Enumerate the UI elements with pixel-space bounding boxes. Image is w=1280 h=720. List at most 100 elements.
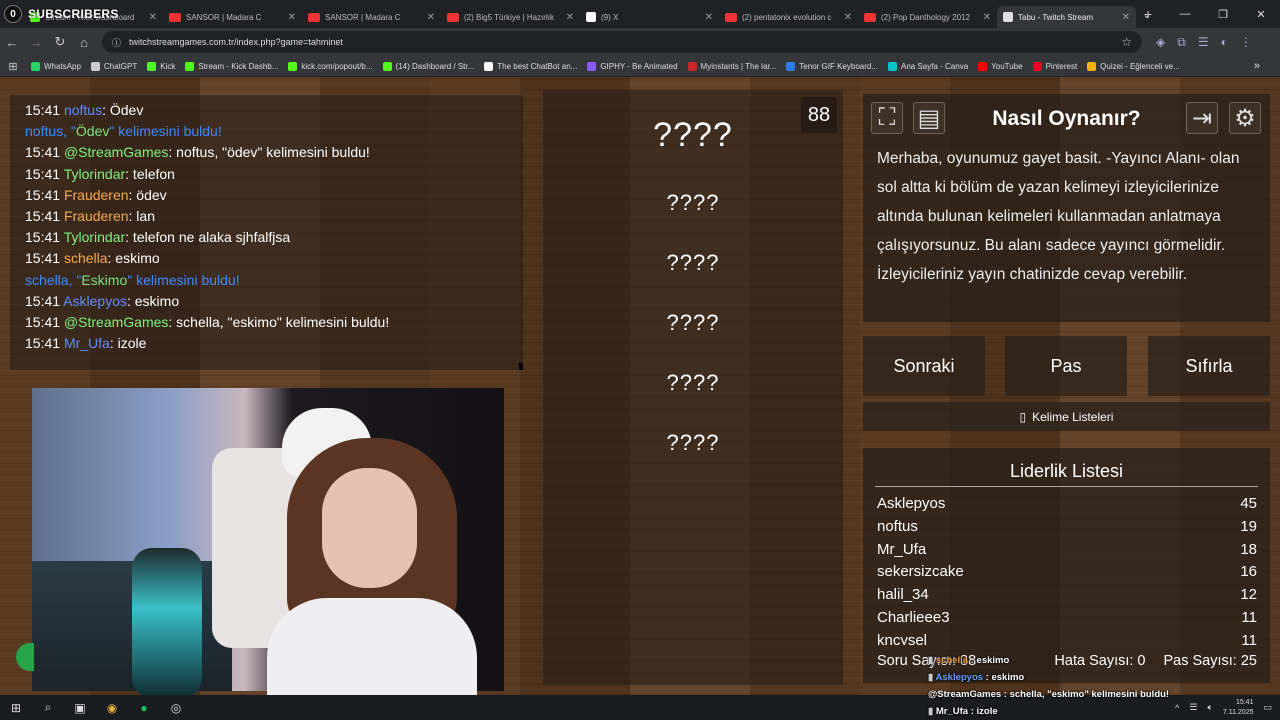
- chat-username[interactable]: Tylorindar: [64, 166, 125, 182]
- player-score: 11: [1241, 608, 1257, 626]
- chat-username[interactable]: Asklepyos: [63, 293, 127, 309]
- bookmark-item[interactable]: The best ChatBot an...: [479, 61, 582, 71]
- browser-tab[interactable]: SANSOR | Madara C ✕: [163, 6, 302, 28]
- menu-dots-icon[interactable]: ⋮: [1240, 35, 1252, 50]
- extension-icon[interactable]: ◈: [1156, 35, 1165, 50]
- main-word: ????: [653, 116, 733, 154]
- browser-tab[interactable]: (2) Pop Danthology 2012 ✕: [858, 6, 997, 28]
- browser-tab-bar: 0 SUBSCRIBERS Stream - Kick Dashboard ✕ SA…: [0, 0, 1280, 28]
- leaderboard-row: Mr_Ufa 18: [877, 539, 1257, 562]
- apps-grid-icon[interactable]: ⊞: [0, 60, 26, 73]
- bookmark-item[interactable]: YouTube: [973, 61, 1027, 71]
- bookmark-label: ChatGPT: [103, 61, 138, 71]
- browser-tab[interactable]: (2) pentatonix evolution c ✕: [719, 6, 858, 28]
- player-score: 45: [1240, 495, 1257, 512]
- overlay-chat-message: ▮ Asklepyos : eskimo: [928, 669, 1280, 686]
- pass-button[interactable]: Pas: [1005, 336, 1127, 396]
- chat-username[interactable]: noftus: [64, 102, 102, 118]
- chat-message: 15:41 schella: eskimo: [25, 248, 508, 269]
- word-lists-button[interactable]: ▯ Kelime Listeleri: [863, 402, 1270, 431]
- tab-title: Tabu - Twitch Stream: [1018, 12, 1093, 22]
- search-icon[interactable]: ⌕: [32, 700, 64, 715]
- bookmark-item[interactable]: kick.com/popout/b...: [283, 61, 377, 71]
- bookmark-label: Ana Sayfa - Canva: [901, 61, 969, 71]
- reset-button[interactable]: Sıfırla: [1148, 336, 1270, 396]
- leaderboard-list[interactable]: Asklepyos 45 noftus 19 Mr_Ufa 18 sekersizcake 1…: [877, 493, 1257, 645]
- x-icon: [586, 12, 596, 22]
- bookmark-favicon-icon: [786, 61, 796, 71]
- reload-icon[interactable]: ↻: [48, 34, 72, 50]
- bookmark-item[interactable]: (14) Dashboard / Str...: [378, 61, 480, 71]
- chat-username[interactable]: Mr_Ufa: [64, 335, 110, 351]
- bookmark-favicon-icon: [687, 61, 697, 71]
- bookmark-item[interactable]: Pinterest: [1028, 61, 1083, 71]
- chat-username[interactable]: Tylorindar: [64, 229, 125, 245]
- url-field[interactable]: ⓘ twitchstreamgames.com.tr/index.php?gam…: [102, 31, 1142, 53]
- bookmark-item[interactable]: ChatGPT: [86, 61, 142, 71]
- browser-tab[interactable]: (2) Big5 Türkiye | Hazırlık ✕: [441, 6, 580, 28]
- spotify-icon[interactable]: ●: [128, 701, 160, 715]
- user-badge-icon: ▮: [928, 706, 936, 717]
- player-score: 18: [1240, 540, 1257, 558]
- bookmark-label: Pinterest: [1045, 61, 1078, 71]
- bookmark-item[interactable]: Quizei - Eğlenceli ve...: [1082, 61, 1185, 71]
- settings-gear-icon[interactable]: ⚙: [1229, 102, 1261, 134]
- bookmarks-bar: ⊞ WhatsApp ChatGPT Kick Stream - Kick Dashb…: [0, 56, 1280, 77]
- media-control-icon[interactable]: ☰: [1198, 35, 1209, 50]
- bookmark-item[interactable]: Tenor GIF Keyboard...: [781, 61, 883, 71]
- close-window-button[interactable]: ✕: [1242, 8, 1280, 21]
- close-tab-icon[interactable]: ✕: [566, 12, 574, 23]
- close-tab-icon[interactable]: ✕: [983, 12, 991, 23]
- bookmark-item[interactable]: Kick: [142, 61, 180, 71]
- player-name: halil_34: [877, 586, 929, 604]
- bookmark-label: Kick: [160, 61, 176, 71]
- browser-tab[interactable]: Tabu - Twitch Stream ✕: [997, 6, 1136, 28]
- exit-icon[interactable]: ⇥: [1186, 102, 1218, 134]
- extensions-puzzle-icon[interactable]: ⧉: [1177, 35, 1186, 50]
- bookmark-label: GIPHY - Be Animated: [600, 61, 678, 71]
- chat-panel: 15:41 noftus: Ödev noftus, "Ödev" kelimes…: [10, 95, 523, 370]
- maximize-button[interactable]: ❐: [1204, 8, 1242, 21]
- windows-start-icon[interactable]: ⊞: [0, 701, 32, 715]
- close-tab-icon[interactable]: ✕: [288, 12, 296, 23]
- bookmark-item[interactable]: Ana Sayfa - Canva: [883, 61, 973, 71]
- minimize-button[interactable]: —: [1166, 8, 1204, 20]
- bookmark-item[interactable]: Stream - Kick Dashb...: [180, 61, 283, 71]
- task-view-icon[interactable]: ▣: [64, 701, 96, 715]
- document-icon: ▯: [1019, 409, 1027, 424]
- how-to-play-text: Merhaba, oyunumuz gayet basit. -Yayıncı …: [877, 150, 1240, 283]
- close-tab-icon[interactable]: ✕: [705, 12, 713, 23]
- close-tab-icon[interactable]: ✕: [844, 12, 852, 23]
- chat-username[interactable]: schella: [64, 250, 108, 266]
- bookmark-item[interactable]: WhatsApp: [26, 61, 86, 71]
- next-button[interactable]: Sonraki: [863, 336, 985, 396]
- site-info-icon[interactable]: ⓘ: [112, 36, 121, 49]
- home-icon[interactable]: ⌂: [72, 35, 96, 50]
- close-tab-icon[interactable]: ✕: [427, 12, 435, 23]
- chat-message: 15:41 Frauderen: lan: [25, 206, 508, 227]
- bookmark-favicon-icon: [147, 61, 157, 71]
- bookmarks-more-icon[interactable]: »: [1254, 60, 1260, 72]
- back-icon[interactable]: ←: [0, 35, 24, 50]
- browser-tab[interactable]: SANSOR | Madara C ✕: [302, 6, 441, 28]
- bookmark-item[interactable]: Myinstants | The lar...: [683, 61, 782, 71]
- tab-search-icon[interactable]: ⌄: [1128, 8, 1166, 21]
- chat-message: schella, "Eskimo" kelimesini buldu!: [25, 271, 240, 288]
- chat-username[interactable]: Frauderen: [64, 187, 129, 203]
- tab-title: SANSOR | Madara C: [186, 12, 262, 22]
- chat-text: : eskimo: [107, 250, 160, 267]
- chat-scrollbar[interactable]: [519, 363, 523, 370]
- chat-username[interactable]: Frauderen: [64, 208, 129, 224]
- bookmark-favicon-icon: [31, 61, 40, 71]
- chrome-icon[interactable]: ◉: [96, 701, 128, 715]
- obs-icon[interactable]: ◎: [160, 701, 192, 715]
- bookmark-favicon-icon: [382, 61, 392, 71]
- bookmark-item[interactable]: GIPHY - Be Animated: [582, 61, 682, 71]
- close-tab-icon[interactable]: ✕: [149, 12, 157, 23]
- browser-tab[interactable]: (9) X ✕: [580, 6, 719, 28]
- bookmark-star-icon[interactable]: ☆: [1121, 35, 1132, 49]
- profile-avatar[interactable]: ◐: [1221, 35, 1228, 50]
- forward-icon[interactable]: →: [24, 35, 48, 50]
- chat-username[interactable]: @StreamGames: [64, 144, 168, 160]
- chat-username[interactable]: @StreamGames: [64, 314, 168, 330]
